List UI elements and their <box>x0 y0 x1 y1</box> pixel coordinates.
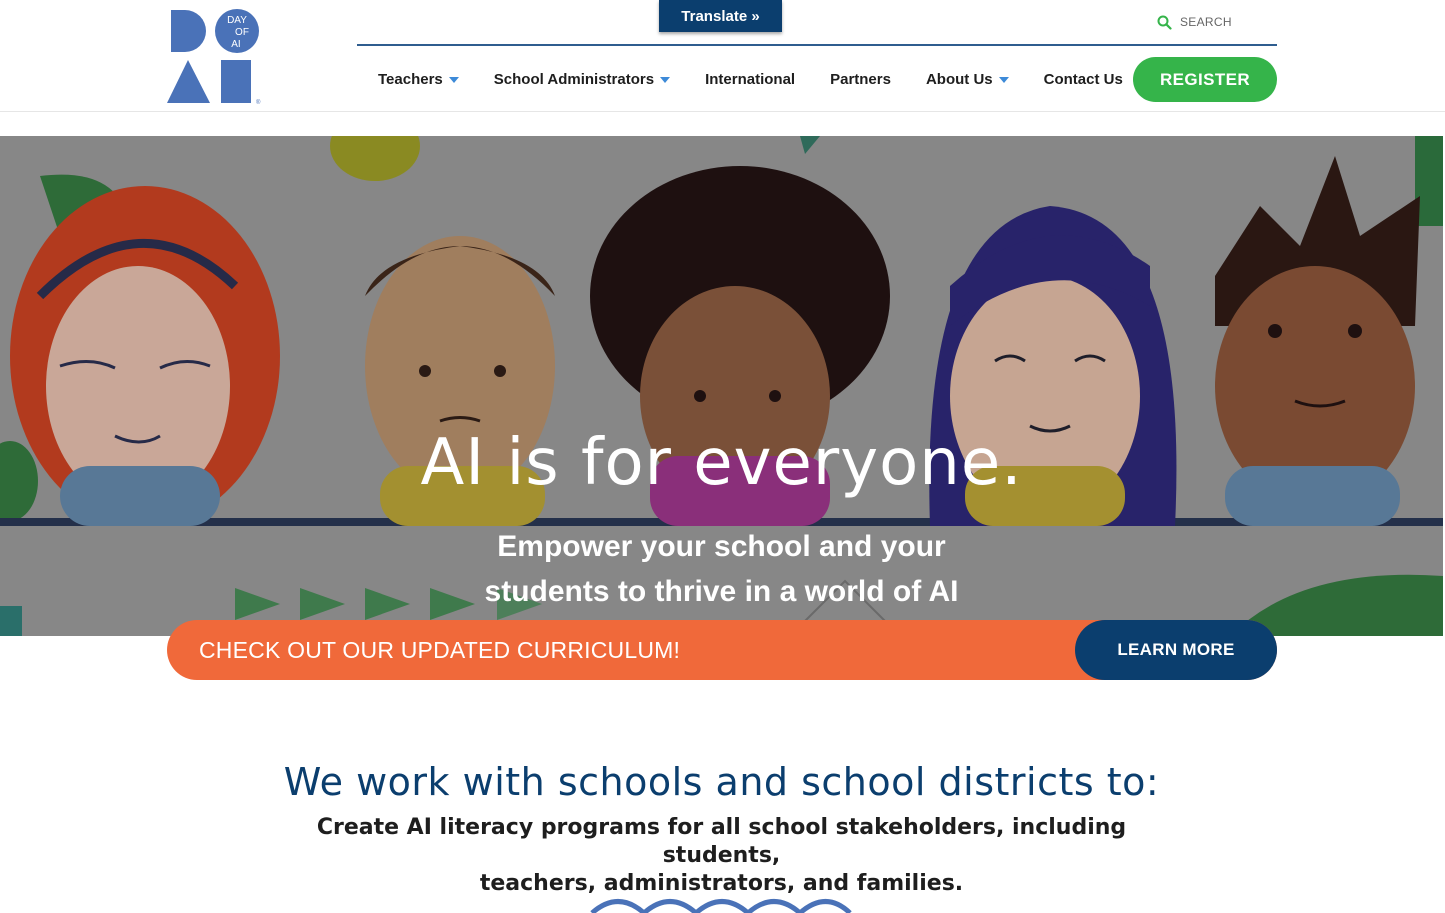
learn-more-button[interactable]: LEARN MORE <box>1075 620 1277 680</box>
nav-item-school-administrators[interactable]: School Administrators <box>493 68 671 90</box>
nav-item-contact-us[interactable]: Contact Us <box>1044 68 1123 90</box>
nav-label: International <box>705 70 796 88</box>
search-placeholder: SEARCH <box>1180 15 1232 29</box>
translate-button[interactable]: Translate » <box>659 0 782 32</box>
hero-subtitle: Empower your school and your students to… <box>0 524 1443 614</box>
nav-divider <box>357 44 1277 46</box>
nav-label: Contact Us <box>1043 70 1123 88</box>
curriculum-banner: CHECK OUT OUR UPDATED CURRICULUM! LEARN … <box>167 620 1277 680</box>
mission-text-line2: teachers, administrators, and families. <box>479 871 964 896</box>
nav-item-teachers[interactable]: Teachers <box>378 68 459 90</box>
svg-text:®: ® <box>256 99 261 106</box>
chevron-down-icon <box>998 77 1009 83</box>
search-icon <box>1157 15 1172 30</box>
day-of-ai-logo[interactable]: DAY OF AI ® <box>165 8 263 106</box>
site-header: DAY OF AI ® Translate » SEARCH Teachers … <box>0 0 1445 112</box>
mission-text-line1: Create AI literacy programs for all scho… <box>316 815 1127 868</box>
register-button[interactable]: REGISTER <box>1133 57 1277 102</box>
hero-title: AI is for everyone. <box>420 426 1023 500</box>
logo-text-day: DAY <box>227 15 247 26</box>
mission-text: Create AI literacy programs for all scho… <box>270 814 1173 898</box>
curriculum-banner-text: CHECK OUT OUR UPDATED CURRICULUM! <box>199 636 681 663</box>
nav-item-international[interactable]: International <box>705 68 795 90</box>
search-input[interactable]: SEARCH <box>1157 12 1277 32</box>
chevron-down-icon <box>448 77 459 83</box>
main-nav: Teachers School Administrators Internati… <box>378 68 1158 90</box>
nav-item-about-us[interactable]: About Us <box>926 68 1009 90</box>
nav-label: Teachers <box>378 70 443 88</box>
logo-text-ai: AI <box>231 39 240 50</box>
logo-text-of: OF <box>235 27 249 38</box>
nav-label: School Administrators <box>493 70 655 88</box>
hero-subtitle-line1: Empower your school and your <box>497 530 946 563</box>
hero-banner: AI is for everyone. Empower your school … <box>0 136 1443 636</box>
nav-label: Partners <box>830 70 891 88</box>
chevron-down-icon <box>660 77 671 83</box>
hero-subtitle-line2: students to thrive in a world of AI <box>484 575 959 608</box>
nav-item-partners[interactable]: Partners <box>830 68 891 90</box>
wave-divider-icon <box>590 899 852 913</box>
mission-heading: We work with schools and school district… <box>283 760 1160 804</box>
nav-label: About Us <box>925 70 993 88</box>
